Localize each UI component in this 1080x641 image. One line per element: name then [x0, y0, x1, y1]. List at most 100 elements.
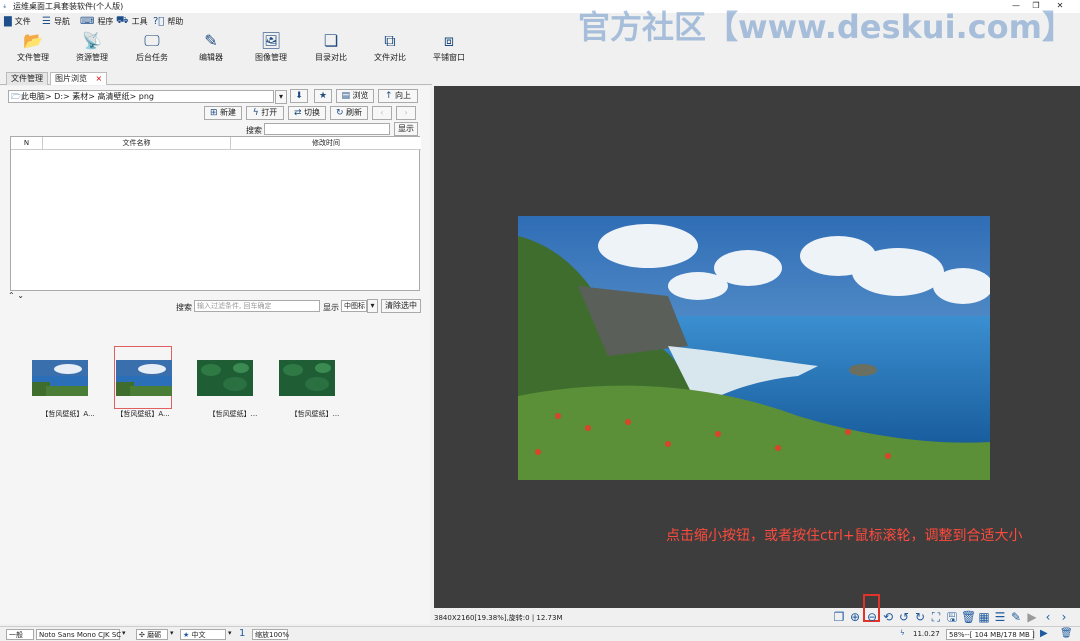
forward-button[interactable]: ›	[396, 106, 416, 120]
star-icon: ★	[183, 631, 190, 639]
dropdown-icon[interactable]: ▾	[170, 629, 174, 637]
rotate-left-icon[interactable]: ↺	[897, 610, 911, 624]
preview-image[interactable]	[518, 216, 990, 480]
open-button[interactable]: ϟ 打开	[246, 106, 284, 120]
rotate-right-icon[interactable]: ↻	[913, 610, 927, 624]
annotation-text: 点击缩小按钮，或者按住ctrl+鼠标滚轮，调整到合适大小	[666, 528, 1023, 544]
new-button[interactable]: ⊞ 新建	[204, 106, 242, 120]
fit-icon[interactable]: ⟲	[881, 610, 895, 624]
column-header-n[interactable]: N	[11, 137, 43, 150]
switch-button[interactable]: ⇄ 切换	[288, 106, 326, 120]
download-icon: ⬇	[295, 91, 303, 101]
search-input[interactable]	[264, 123, 390, 135]
lightning-icon: ϟ	[900, 629, 905, 637]
zoom-level: 缩放100%	[252, 629, 289, 640]
zoom-out-icon[interactable]: ⊖	[865, 610, 879, 624]
thumbnail-caption: 【哲风壁纸】...	[290, 410, 340, 418]
file-table: N 文件名称 修改时间	[10, 136, 421, 291]
dropdown-icon[interactable]: ▾	[228, 629, 232, 637]
thumbnail-item[interactable]: 【哲风壁纸】...	[275, 346, 355, 418]
thumbnail-item[interactable]: 【哲风壁纸】...	[193, 346, 273, 418]
clear-selection-button[interactable]: 清除选中	[381, 299, 421, 313]
theme-icon: ✣	[139, 631, 145, 639]
app-icon: ⍖	[2, 2, 8, 12]
play-icon[interactable]: ▶	[1025, 610, 1039, 624]
main-toolbar: 📂 文件管理 📡 资源管理 🖵 后台任务 ✎ 编辑器 🖼 图像管理 ❏ 目录对比 ⧉ 文件对比…	[0, 30, 1080, 70]
keyboard-icon: ⌨	[80, 15, 95, 27]
expand-toggle-icon[interactable]: ⌃ ⌄	[8, 291, 24, 300]
edit-icon[interactable]: ✎	[1009, 610, 1023, 624]
thumbnail-item[interactable]: 【哲风壁纸】A...	[28, 346, 108, 418]
path-breadcrumb[interactable]: 🗁此电脑> D:> 素材> 高清壁纸> png	[8, 90, 274, 103]
path-dropdown-icon[interactable]: ▾	[275, 90, 287, 104]
file-browser-pane: 🗁此电脑> D:> 素材> 高清壁纸> png ▾ ⬇ ★ ▤ 浏览 ↑ 向上 …	[0, 86, 430, 624]
previous-icon[interactable]: ‹	[1041, 610, 1055, 624]
toolbar-editor-button[interactable]: ✎ 编辑器	[181, 30, 241, 70]
delete-icon[interactable]: 🗑	[961, 610, 976, 624]
image-info: 3840X2160[19.38%],旋转:0 | 12.73M	[434, 614, 563, 622]
browse-button[interactable]: ▤ 浏览	[336, 89, 374, 103]
icon-size-dropdown-icon[interactable]: ▾	[367, 299, 378, 313]
toolbar-tile-windows-button[interactable]: ⧈ 平铺窗口	[419, 30, 479, 70]
trash-icon[interactable]: 🗑	[1060, 628, 1073, 639]
favorite-button[interactable]: ★	[314, 89, 332, 103]
icon-size-select[interactable]: 中图标	[341, 300, 367, 312]
show-button[interactable]: 显示	[394, 122, 418, 136]
language-select[interactable]: ★ 中文	[180, 629, 226, 640]
thumbnail-item-selected[interactable]: 【哲风壁纸】A...	[114, 346, 195, 418]
toolbar-resource-manager-button[interactable]: 📡 资源管理	[62, 30, 122, 70]
toolbar-file-manager-button[interactable]: 📂 文件管理	[3, 30, 63, 70]
new-folder-icon: ⊞	[209, 108, 218, 118]
save-icon[interactable]: 🖫	[945, 610, 959, 624]
dropdown-icon[interactable]: ▾	[122, 629, 126, 637]
grid-icon[interactable]: ▦	[977, 610, 991, 624]
up-button[interactable]: ↑ 向上	[378, 89, 418, 103]
mode-select[interactable]: 一般	[6, 629, 34, 640]
fullscreen-icon[interactable]: ⛶	[929, 610, 943, 624]
arrow-up-icon: ↑	[384, 91, 393, 101]
chevron-right-icon: ›	[404, 108, 408, 117]
folder-open-icon: 🗁	[11, 92, 21, 101]
column-header-name[interactable]: 文件名称	[43, 137, 231, 150]
refresh-icon: ↻	[335, 108, 344, 118]
folder-icon: 📂	[23, 31, 43, 50]
toolbar-file-compare-button[interactable]: ⧉ 文件对比	[360, 30, 420, 70]
thumbnail-caption: 【哲风壁纸】...	[208, 410, 258, 418]
refresh-button[interactable]: ↻ 刷新	[330, 106, 368, 120]
menu-program[interactable]: ⌨ 程序	[80, 14, 113, 28]
next-icon[interactable]: ›	[1057, 610, 1071, 624]
menu-tools[interactable]: ⛟ 工具	[116, 14, 148, 28]
tab-image-browser[interactable]: 图片浏览 ×	[50, 72, 108, 85]
toolbar-image-manager-button[interactable]: 🖼 图像管理	[241, 30, 301, 70]
column-header-modified[interactable]: 修改时间	[231, 137, 421, 150]
menu-nav[interactable]: ☰ 导航	[42, 14, 70, 28]
menu-help[interactable]: ?⃝ 帮助	[153, 14, 183, 28]
zoom-in-icon[interactable]: ⊕	[848, 610, 862, 624]
tab-file-manager[interactable]: 文件管理	[6, 72, 48, 85]
help-icon: ?⃝	[153, 15, 165, 27]
search-label: 搜索	[246, 126, 262, 135]
download-button[interactable]: ⬇	[290, 89, 308, 103]
menu-file[interactable]: ▇ 文件	[4, 14, 31, 28]
star-icon: ★	[318, 91, 328, 101]
font-select[interactable]: Noto Sans Mono CJK SC	[36, 629, 121, 640]
tab-close-icon[interactable]: ×	[96, 74, 103, 83]
copy-icon: ❏	[323, 31, 339, 50]
status-bar: 一般 Noto Sans Mono CJK SC ▾ ✣ 磨砺 ▾ ★ 中文 ▾…	[0, 626, 1080, 641]
file-compare-icon: ⧉	[384, 31, 396, 50]
toolbar-dir-compare-button[interactable]: ❏ 目录对比	[301, 30, 361, 70]
image-viewer: 点击缩小按钮，或者按住ctrl+鼠标滚轮，调整到合适大小	[434, 86, 1080, 608]
list-icon[interactable]: ☰	[993, 610, 1007, 624]
back-button[interactable]: ‹	[372, 106, 392, 120]
windows-icon: ⧈	[443, 31, 455, 50]
thumbnail-image	[197, 360, 253, 396]
thumbnail-image	[32, 360, 88, 396]
filter-input[interactable]: 输入过滤条件, 回车确定	[194, 300, 320, 312]
toolbar-background-tasks-button[interactable]: 🖵 后台任务	[122, 30, 182, 70]
copy-icon[interactable]: ❐	[832, 610, 846, 624]
menu-bar: ▇ 文件 ☰ 导航 ⌨ 程序 ⛟ 工具 ?⃝ 帮助	[0, 14, 700, 28]
play-icon[interactable]: ▶	[1040, 628, 1048, 639]
thumbnail-image	[116, 360, 172, 396]
theme-select[interactable]: ✣ 磨砺	[136, 629, 168, 640]
filter-label: 搜索	[176, 303, 192, 312]
